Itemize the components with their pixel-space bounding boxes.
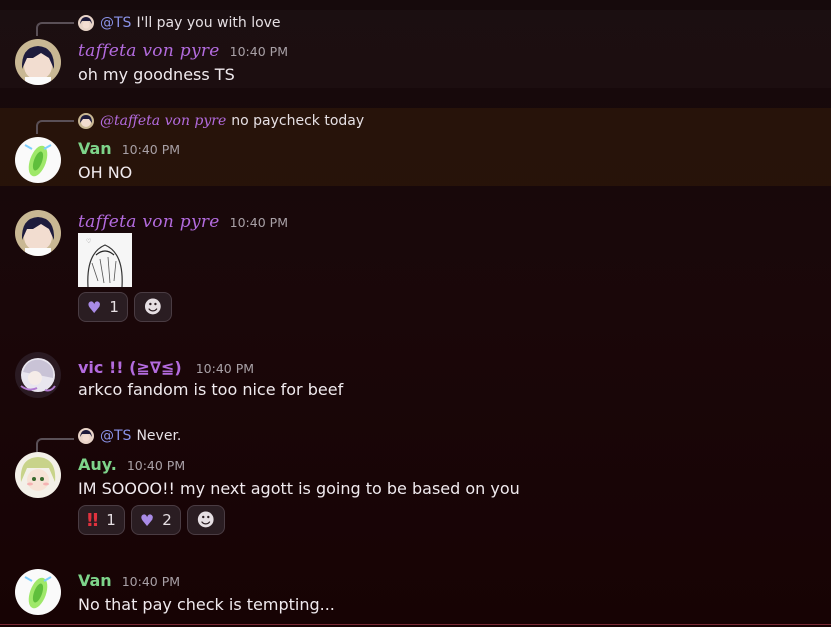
- message-text: oh my goodness TS: [78, 65, 235, 84]
- message-header: taffeta von pyre 10:40 PM: [78, 41, 288, 61]
- message-1: @TS I'll pay you with love taffeta von p…: [0, 10, 831, 88]
- avatar-mini-taffeta: [78, 113, 94, 129]
- author-name[interactable]: Van: [78, 139, 112, 158]
- message-header: Van 10:40 PM: [78, 571, 180, 590]
- reactions-bar: ♥ 1 ☻: [78, 292, 172, 322]
- message-text: No that pay check is tempting...: [78, 595, 335, 614]
- message-text: IM SOOOO!! my next agott is going to be …: [78, 479, 520, 498]
- reaction-count: 1: [109, 298, 119, 316]
- reactions-bar: ‼ 1 ♥ 2 ☻: [78, 505, 225, 535]
- purple-heart-icon: ♥: [139, 510, 155, 530]
- message-header: Auy. 10:40 PM: [78, 455, 185, 474]
- message-4: vic !! (≧∇≦) 10:40 PM arkco fandom is to…: [0, 345, 831, 407]
- reply-text: no paycheck today: [231, 113, 365, 129]
- author-name[interactable]: vic !! (≧∇≦): [78, 358, 182, 377]
- author-name[interactable]: taffeta von pyre: [78, 212, 220, 232]
- reply-preview[interactable]: @TS I'll pay you with love: [78, 14, 281, 32]
- message-6: Van 10:40 PM No that pay check is tempti…: [0, 560, 831, 622]
- message-5: @TS Never. Auy. 10:40 PM IM SOOOO!! my n…: [0, 426, 831, 544]
- add-reaction-button[interactable]: ☻: [186, 505, 225, 535]
- message-header: vic !! (≧∇≦) 10:40 PM: [78, 358, 254, 377]
- message-2: @taffeta von pyre no paycheck today Van …: [0, 108, 831, 186]
- reply-mention[interactable]: @taffeta von pyre: [100, 113, 226, 129]
- add-reaction-button[interactable]: ☻: [133, 292, 172, 322]
- timestamp: 10:40 PM: [121, 574, 181, 589]
- timestamp: 10:40 PM: [229, 215, 288, 230]
- avatar-van[interactable]: [15, 569, 61, 615]
- message-header: taffeta von pyre 10:40 PM: [78, 212, 288, 232]
- avatar-van[interactable]: [15, 137, 61, 183]
- avatar-mini-ts: [78, 428, 94, 444]
- timestamp: 10:40 PM: [126, 458, 186, 473]
- reply-preview[interactable]: @taffeta von pyre no paycheck today: [78, 112, 364, 130]
- message-text: OH NO: [78, 163, 133, 182]
- reaction-count: 2: [162, 511, 172, 529]
- divider: [0, 624, 831, 625]
- avatar-mini-ts: [78, 15, 94, 31]
- message-3: taffeta von pyre 10:40 PM ♡ ♥ 1 ☻: [0, 206, 831, 330]
- smiley-icon: ☻: [196, 509, 216, 531]
- reply-connector: [36, 120, 74, 134]
- reaction-count: 1: [106, 511, 116, 529]
- timestamp: 10:40 PM: [229, 44, 288, 59]
- image-attachment[interactable]: ♡: [78, 233, 132, 287]
- reply-mention[interactable]: @TS: [100, 428, 131, 444]
- reply-preview[interactable]: @TS Never.: [78, 427, 181, 445]
- reply-connector: [36, 438, 74, 452]
- reply-connector: [36, 22, 74, 36]
- svg-text:♡: ♡: [86, 238, 91, 245]
- avatar-vic[interactable]: [15, 352, 61, 398]
- avatar-taffeta[interactable]: [15, 39, 61, 85]
- author-name[interactable]: Auy.: [78, 455, 117, 474]
- reaction-heart[interactable]: ♥ 2: [130, 505, 181, 535]
- reply-text: Never.: [136, 428, 182, 444]
- author-name[interactable]: taffeta von pyre: [78, 41, 220, 61]
- avatar-taffeta[interactable]: [15, 210, 61, 256]
- reply-mention[interactable]: @TS: [100, 15, 131, 31]
- reply-text: I'll pay you with love: [136, 15, 281, 31]
- author-name[interactable]: Van: [78, 571, 112, 590]
- avatar-auy[interactable]: [15, 452, 61, 498]
- timestamp: 10:40 PM: [121, 142, 181, 157]
- smiley-icon: ☻: [143, 296, 163, 318]
- reaction-double-exclamation[interactable]: ‼ 1: [78, 505, 125, 535]
- reaction-heart[interactable]: ♥ 1: [78, 292, 128, 322]
- double-exclamation-icon: ‼: [87, 509, 99, 531]
- timestamp: 10:40 PM: [195, 361, 255, 376]
- purple-heart-icon: ♥: [87, 297, 102, 317]
- message-header: Van 10:40 PM: [78, 139, 180, 158]
- message-text: arkco fandom is too nice for beef: [78, 380, 344, 399]
